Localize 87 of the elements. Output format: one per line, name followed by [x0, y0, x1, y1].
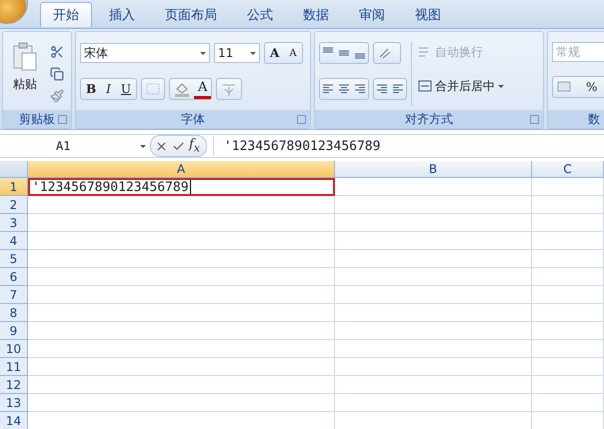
ribbon-tab[interactable]: 公式	[234, 2, 286, 28]
group-label: 对齐方式	[405, 110, 453, 128]
grid-cell[interactable]	[335, 394, 532, 412]
formula-field[interactable]: '1234567890123456789	[212, 136, 604, 156]
shrink-font-button[interactable]: A	[284, 43, 302, 63]
grid-cell[interactable]	[532, 376, 604, 394]
dialog-launcher-icon[interactable]	[530, 115, 539, 124]
grid-cell[interactable]	[335, 214, 532, 232]
group-label: 数	[588, 110, 600, 128]
grid-cell[interactable]	[28, 340, 335, 358]
grow-font-button[interactable]: A	[265, 43, 284, 63]
grid-cell[interactable]	[28, 376, 335, 394]
row-header[interactable]: 11	[0, 358, 28, 376]
table-cell[interactable]: '1234567890123456789	[28, 178, 335, 196]
font-size-field[interactable]: 11	[214, 43, 260, 63]
grid-cell[interactable]	[28, 214, 335, 232]
italic-button[interactable]: I	[101, 79, 116, 99]
column-header[interactable]: C	[532, 161, 604, 178]
row-header[interactable]: 13	[0, 394, 28, 412]
grid-cell[interactable]	[28, 196, 335, 214]
clipboard-icon	[12, 42, 38, 72]
row-header[interactable]: 2	[0, 196, 28, 214]
grid-cell[interactable]	[335, 358, 532, 376]
grid-cell[interactable]	[532, 322, 604, 340]
grid-cell[interactable]	[335, 268, 532, 286]
font-name-field[interactable]: 宋体	[80, 43, 210, 63]
row-header[interactable]: 12	[0, 376, 28, 394]
row-header[interactable]: 7	[0, 286, 28, 304]
grid-cell[interactable]	[335, 286, 532, 304]
column-header[interactable]: A	[28, 161, 335, 178]
group-label: 字体	[181, 110, 205, 128]
row-header[interactable]: 10	[0, 340, 28, 358]
grid-cell[interactable]	[28, 394, 335, 412]
name-box[interactable]: A1	[0, 136, 150, 156]
grid-cell[interactable]	[532, 394, 604, 412]
grid-cell[interactable]	[335, 322, 532, 340]
insert-function-button[interactable]: f$_{x}$	[189, 137, 200, 155]
grid-cell[interactable]	[532, 178, 604, 196]
row-header[interactable]: 14	[0, 412, 28, 429]
grid-cell[interactable]	[335, 178, 532, 196]
ribbon-tab[interactable]: 视图	[402, 2, 454, 28]
ribbon-tab[interactable]: 插入	[96, 2, 148, 28]
bold-button[interactable]: B	[81, 79, 102, 99]
row-header[interactable]: 5	[0, 250, 28, 268]
grid-cell[interactable]	[28, 304, 335, 322]
grid-cell[interactable]	[335, 340, 532, 358]
grid-cell[interactable]	[532, 232, 604, 250]
cancel-icon[interactable]	[155, 140, 168, 152]
ribbon-tab[interactable]: 审阅	[346, 2, 398, 28]
grid-cell[interactable]	[532, 358, 604, 376]
ribbon-tab[interactable]: 开始	[40, 2, 92, 27]
grid-cell[interactable]	[532, 196, 604, 214]
grid-cell[interactable]	[335, 250, 532, 268]
grid-cell[interactable]	[532, 340, 604, 358]
row-header[interactable]: 3	[0, 214, 28, 232]
grid-cell[interactable]	[335, 232, 532, 250]
grid-cell[interactable]	[335, 196, 532, 214]
grid-cell[interactable]	[532, 250, 604, 268]
merge-cells-icon	[418, 79, 432, 93]
grid-cell[interactable]	[28, 232, 335, 250]
ribbon-tab[interactable]: 页面布局	[152, 2, 230, 28]
grid-cell[interactable]	[28, 268, 335, 286]
merge-center-button[interactable]: 合并后居中	[416, 76, 506, 96]
ribbon-tab[interactable]: 数据	[290, 2, 342, 28]
grid-cell[interactable]	[28, 358, 335, 376]
grid-cell[interactable]	[532, 214, 604, 232]
grid-cell[interactable]	[335, 304, 532, 322]
row-header[interactable]: 9	[0, 322, 28, 340]
grid-cell[interactable]	[28, 322, 335, 340]
paste-button[interactable]: 粘贴	[7, 42, 43, 106]
grid-cell[interactable]	[28, 250, 335, 268]
dialog-launcher-icon[interactable]	[297, 115, 306, 124]
row-header[interactable]: 4	[0, 232, 28, 250]
row-header[interactable]: 8	[0, 304, 28, 322]
grid-cell[interactable]	[532, 304, 604, 322]
grid-cell[interactable]	[532, 286, 604, 304]
group-label: 剪贴板	[19, 110, 55, 128]
row-header[interactable]: 1	[0, 178, 28, 196]
column-header[interactable]: B	[335, 161, 532, 178]
grid-cell[interactable]	[532, 268, 604, 286]
grid-cell[interactable]	[335, 376, 532, 394]
dialog-launcher-icon[interactable]	[58, 115, 67, 124]
select-all-corner[interactable]	[0, 161, 28, 178]
row-header[interactable]: 6	[0, 268, 28, 286]
underline-button[interactable]: U	[116, 79, 136, 99]
grid-cell[interactable]	[28, 286, 335, 304]
enter-icon[interactable]	[172, 140, 185, 152]
